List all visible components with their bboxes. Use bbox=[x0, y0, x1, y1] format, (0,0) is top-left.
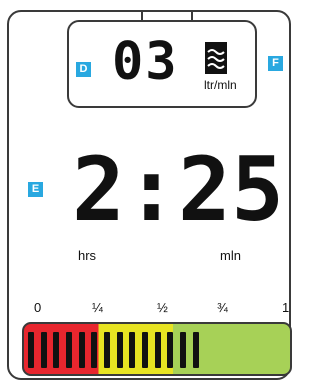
tag-e: E bbox=[28, 182, 43, 197]
gauge-segment bbox=[180, 332, 186, 368]
gauge-segment bbox=[66, 332, 72, 368]
gauge-segment bbox=[104, 332, 110, 368]
hours-label: hrs bbox=[78, 248, 97, 263]
scale-label-half: ½ bbox=[157, 300, 168, 315]
tag-d: D bbox=[76, 62, 91, 77]
flow-rate-value: 03 bbox=[112, 32, 179, 92]
gauge-segment bbox=[53, 332, 60, 368]
gauge-segment bbox=[28, 332, 34, 368]
tag-f: F bbox=[268, 56, 283, 71]
gauge-segment bbox=[40, 332, 47, 368]
flow-unit: ltr/mln bbox=[204, 78, 237, 92]
gauge-segment bbox=[116, 332, 123, 368]
level-gauge bbox=[22, 322, 292, 376]
gauge-segment bbox=[78, 332, 85, 368]
scale-label-0: 0 bbox=[34, 300, 42, 315]
gauge-segment bbox=[167, 332, 174, 368]
timer-value: 2:25 bbox=[72, 138, 284, 241]
gauge-segment bbox=[91, 332, 98, 368]
gauge-segment bbox=[192, 332, 199, 368]
scale-label-three-quarter: ¾ bbox=[217, 300, 228, 315]
scale-label-quarter: ¼ bbox=[92, 300, 103, 315]
gauge-segment bbox=[154, 332, 161, 368]
gauge-segment bbox=[142, 332, 148, 368]
water-flow-icon bbox=[205, 42, 227, 74]
scale-label-1: 1 bbox=[282, 300, 290, 315]
gauge-segment bbox=[129, 332, 136, 368]
minutes-label: mln bbox=[220, 248, 241, 263]
